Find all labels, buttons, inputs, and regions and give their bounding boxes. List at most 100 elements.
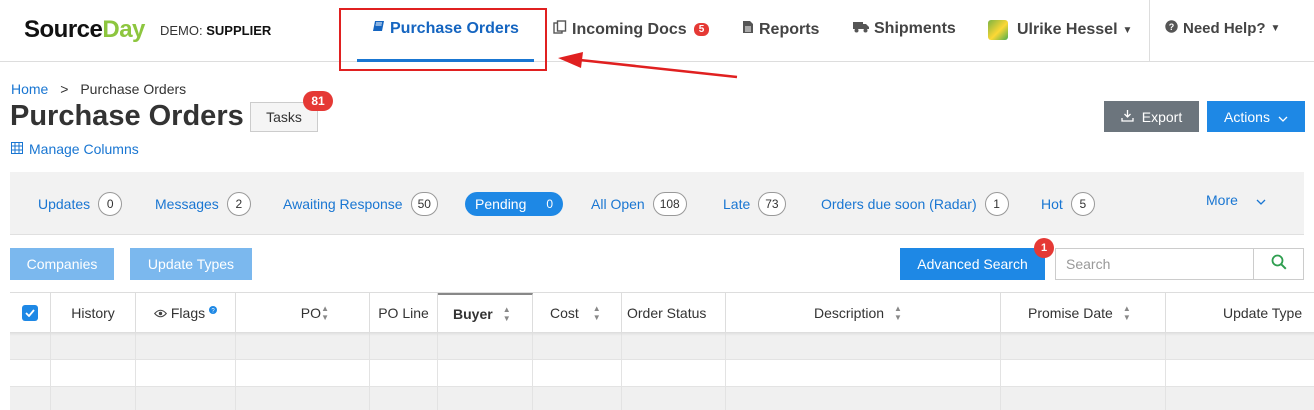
filter-label: Hot (1041, 196, 1063, 212)
filter-label: All Open (591, 196, 645, 212)
breadcrumb: Home > Purchase Orders (11, 81, 186, 97)
sourceday-logo[interactable]: SourceDay (24, 16, 145, 44)
info-icon: ? (209, 301, 218, 317)
breadcrumb-current: Purchase Orders (80, 81, 187, 97)
advanced-search-button[interactable]: Advanced Search (900, 248, 1045, 280)
col-po-line-label: PO Line (378, 304, 429, 321)
table-row[interactable] (10, 386, 1314, 410)
column-divider (1000, 332, 1001, 410)
filter-late[interactable]: Late 73 (723, 192, 786, 216)
update-types-button[interactable]: Update Types (130, 248, 252, 280)
column-divider (50, 332, 51, 410)
header-shadow (10, 332, 1314, 336)
sort-icon[interactable]: ▲ ▼ (1123, 304, 1131, 322)
nav-shipments-label: Shipments (874, 20, 956, 37)
select-all-checkbox[interactable] (22, 304, 38, 321)
filter-count: 108 (652, 192, 687, 216)
column-divider (437, 332, 438, 410)
status-filter-bar: Updates 0 Messages 2 Awaiting Response 50 P… (10, 172, 1304, 235)
filter-label: Updates (38, 196, 91, 212)
svg-text:?: ? (1169, 22, 1175, 32)
help-menu[interactable]: ? Need Help? ▼ (1165, 20, 1280, 37)
filter-hot[interactable]: Hot 5 (1041, 192, 1095, 216)
col-order-status-label: Order Status (627, 304, 707, 321)
col-flags[interactable]: Flags ? (136, 293, 236, 332)
demo-label: DEMO: SUPPLIER (160, 23, 272, 38)
col-history-label: History (71, 304, 115, 321)
nav-reports[interactable]: Reports (742, 20, 819, 39)
search-button[interactable] (1253, 248, 1304, 280)
col-order-status[interactable]: Order Status (622, 293, 726, 332)
tasks-count-badge: 81 (303, 91, 333, 111)
export-label: Export (1141, 108, 1183, 125)
filter-count: 2 (226, 192, 251, 216)
nav-reports-label: Reports (759, 20, 820, 38)
filter-more[interactable]: More (1206, 192, 1266, 208)
companies-button[interactable]: Companies (10, 248, 114, 280)
top-navbar: SourceDay DEMO: SUPPLIER Purchase Orders… (0, 0, 1314, 62)
search-input[interactable] (1055, 248, 1253, 280)
col-promise-date[interactable]: Promise Date ▲ ▼ (1001, 293, 1166, 332)
download-icon (1121, 109, 1134, 125)
filter-count: 0 (546, 197, 554, 211)
filter-all-open[interactable]: All Open 108 (591, 192, 687, 216)
nav-incoming-docs[interactable]: Incoming Docs 5 (553, 20, 710, 39)
filter-awaiting-response[interactable]: Awaiting Response 50 (283, 192, 438, 216)
select-all-cell (10, 293, 51, 332)
tasks-label: Tasks (266, 109, 302, 125)
filter-count: 0 (98, 192, 123, 216)
chevron-down-icon (1278, 109, 1288, 125)
col-buyer[interactable]: Buyer ▲ ▼ (438, 293, 533, 332)
eye-icon (153, 305, 167, 321)
annotation-highlight-box (339, 8, 547, 71)
col-description[interactable]: Description ▲ ▼ (726, 293, 1001, 332)
filter-label: Orders due soon (Radar) (821, 196, 977, 212)
advanced-search-label: Advanced Search (917, 256, 1028, 272)
col-update-type[interactable]: Update Type (1166, 293, 1314, 332)
search-icon (1271, 254, 1287, 275)
help-label: Need Help? (1183, 20, 1266, 37)
sort-icon[interactable]: ▲ ▼ (593, 304, 601, 322)
sort-icon[interactable]: ▲ ▼ (321, 304, 329, 322)
actions-label: Actions (1224, 108, 1270, 125)
filter-updates[interactable]: Updates 0 (38, 192, 123, 216)
filter-messages[interactable]: Messages 2 (155, 192, 251, 216)
col-po-line[interactable]: PO Line (370, 293, 438, 332)
nav-shipments[interactable]: Shipments (853, 20, 956, 38)
sort-icon[interactable]: ▲ ▼ (894, 304, 902, 322)
column-divider (621, 332, 622, 410)
caret-down-icon: ▼ (1270, 23, 1281, 34)
filter-label: Pending (475, 196, 527, 212)
column-divider (369, 332, 370, 410)
filter-count: 5 (1070, 192, 1095, 216)
column-divider (725, 332, 726, 410)
purchase-orders-table: History Flags ? PO ▲ ▼ PO Line Buyer ▲ ▼ C… (10, 292, 1314, 410)
col-po[interactable]: PO ▲ ▼ (236, 293, 370, 332)
filter-label: Messages (155, 196, 219, 212)
filter-count: 1 (984, 192, 1009, 216)
export-button[interactable]: Export (1104, 101, 1199, 132)
filter-pending[interactable]: Pending 0 (465, 192, 564, 216)
col-po-label: PO (300, 304, 321, 321)
col-history[interactable]: History (51, 293, 136, 332)
filter-label: Awaiting Response (283, 196, 403, 212)
breadcrumb-separator: > (60, 81, 69, 97)
filter-orders-due-soon[interactable]: Orders due soon (Radar) 1 (821, 192, 1009, 216)
table-row[interactable] (10, 332, 1314, 359)
breadcrumb-home[interactable]: Home (11, 81, 48, 97)
update-types-label: Update Types (147, 256, 235, 272)
sort-icon[interactable]: ▲ ▼ (503, 305, 511, 323)
col-cost[interactable]: Cost ▲ ▼ (533, 293, 622, 332)
incoming-docs-badge: 5 (693, 23, 710, 36)
actions-button[interactable]: Actions (1207, 101, 1305, 132)
nav-incoming-docs-label: Incoming Docs (572, 20, 687, 38)
user-menu[interactable]: Ulrike Hessel ▼ (988, 20, 1132, 40)
col-description-label: Description (814, 304, 885, 321)
col-buyer-label: Buyer (453, 305, 493, 322)
col-update-type-label: Update Type (1223, 304, 1303, 321)
companies-label: Companies (26, 256, 98, 272)
table-row[interactable] (10, 359, 1314, 386)
manage-columns-link[interactable]: Manage Columns (11, 141, 139, 157)
caret-down-icon: ▼ (1122, 24, 1133, 36)
filter-count: 73 (758, 192, 786, 216)
